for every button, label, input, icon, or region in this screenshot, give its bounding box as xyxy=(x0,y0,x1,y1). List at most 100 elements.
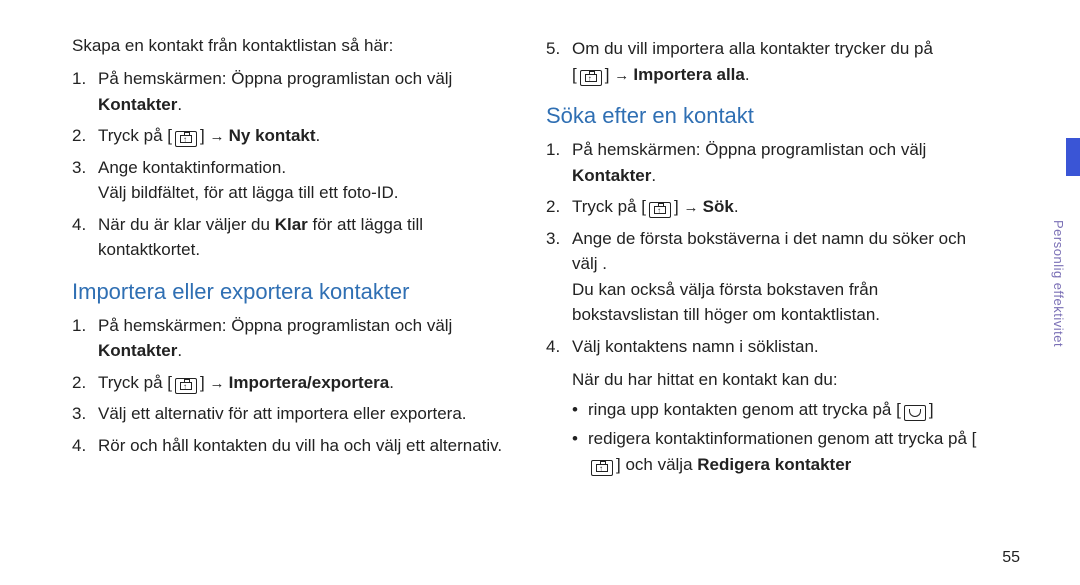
right-column: 5. Om du vill importera alla kontakter t… xyxy=(546,30,980,481)
text: Om du vill importera alla kontakter tryc… xyxy=(572,39,933,58)
step-number: 4. xyxy=(72,433,98,459)
step-item: 1. På hemskärmen: Öppna programlistan oc… xyxy=(72,313,506,364)
menu-key-icon xyxy=(591,460,613,476)
text: Ange kontaktinformation. xyxy=(98,158,286,177)
step-item: 3. Ange de första bokstäverna i det namn… xyxy=(546,226,980,328)
step-body: Rör och håll kontakten du vill ha och vä… xyxy=(98,433,506,459)
import-export-steps: 1. På hemskärmen: Öppna programlistan oc… xyxy=(72,313,506,459)
section-heading: Importera eller exportera kontakter xyxy=(72,279,506,305)
text: . xyxy=(316,126,321,145)
text: Ange de första bokstäverna i det namn du… xyxy=(572,229,966,274)
section-heading: Söka efter en kontakt xyxy=(546,103,980,129)
page-number: 55 xyxy=(1002,549,1020,567)
menu-key-icon xyxy=(175,378,197,394)
step-item: 5. Om du vill importera alla kontakter t… xyxy=(546,36,980,87)
text: . xyxy=(745,65,750,84)
side-tab: Personlig effektivitet xyxy=(1058,0,1080,585)
text: [ xyxy=(572,65,577,84)
section-tab-indicator xyxy=(1066,138,1080,176)
bold-text: Kontakter xyxy=(98,341,177,360)
section-side-label: Personlig effektivitet xyxy=(1051,220,1066,347)
step-item: 4. Välj kontaktens namn i söklistan. xyxy=(546,334,980,360)
step-item: 3. Välj ett alternativ för att importera… xyxy=(72,401,506,427)
text: ] xyxy=(929,400,934,419)
step-body: Om du vill importera alla kontakter tryc… xyxy=(572,36,980,87)
step-body: Ange kontaktinformation. Välj bildfältet… xyxy=(98,155,506,206)
step-item: 3. Ange kontaktinformation. Välj bildfäl… xyxy=(72,155,506,206)
text: På hemskärmen: Öppna programlistan och v… xyxy=(572,140,926,159)
text: ringa upp kontakten genom att trycka på … xyxy=(588,400,901,419)
step-body: Välj kontaktens namn i söklistan. xyxy=(572,334,980,360)
step-item: 1. På hemskärmen: Öppna programlistan oc… xyxy=(72,66,506,117)
text: . xyxy=(177,341,182,360)
step-item: 4. När du är klar väljer du Klar för att… xyxy=(72,212,506,263)
menu-key-icon xyxy=(175,131,197,147)
bold-text: Redigera kontakter xyxy=(697,455,851,474)
step-number: 2. xyxy=(546,194,572,220)
intro-text: Skapa en kontakt från kontaktlistan så h… xyxy=(72,36,506,56)
text: Tryck på [ xyxy=(572,197,646,216)
bold-text: Kontakter xyxy=(98,95,177,114)
text: På hemskärmen: Öppna programlistan och v… xyxy=(98,69,452,88)
step-number: 1. xyxy=(72,66,98,117)
step-body: Tryck på [] → Ny kontakt. xyxy=(98,123,506,149)
step-item: 2. Tryck på [] → Importera/exportera. xyxy=(72,370,506,396)
step-number: 5. xyxy=(546,36,572,87)
step-body: Tryck på [] → Importera/exportera. xyxy=(98,370,506,396)
text: När du är klar väljer du xyxy=(98,215,275,234)
step-body: Tryck på [] → Sök. xyxy=(572,194,980,220)
text: . xyxy=(177,95,182,114)
text: Välj bildfältet, för att lägga till ett … xyxy=(98,183,398,202)
list-item: redigera kontaktinformationen genom att … xyxy=(572,426,980,477)
step-body: På hemskärmen: Öppna programlistan och v… xyxy=(98,66,506,117)
step-body: På hemskärmen: Öppna programlistan och v… xyxy=(98,313,506,364)
search-contact-steps: 1. På hemskärmen: Öppna programlistan oc… xyxy=(546,137,980,359)
step-number: 2. xyxy=(72,370,98,396)
step-number: 1. xyxy=(72,313,98,364)
text: På hemskärmen: Öppna programlistan och v… xyxy=(98,316,452,335)
step-body: När du är klar väljer du Klar för att lä… xyxy=(98,212,506,263)
list-item: ringa upp kontakten genom att trycka på … xyxy=(572,397,980,423)
step-item: 1. På hemskärmen: Öppna programlistan oc… xyxy=(546,137,980,188)
menu-key-icon xyxy=(580,70,602,86)
text: ] och välja xyxy=(616,455,697,474)
step-number: 4. xyxy=(546,334,572,360)
text: . xyxy=(602,254,607,273)
step-number: 3. xyxy=(546,226,572,328)
bold-text: Ny kontakt xyxy=(229,126,316,145)
text: Tryck på [ xyxy=(98,126,172,145)
text: ] xyxy=(605,65,614,84)
menu-key-icon xyxy=(649,202,671,218)
text: . xyxy=(389,373,394,392)
bold-text: Importera/exportera xyxy=(229,373,390,392)
followup-text: När du har hittat en kontakt kan du: xyxy=(572,367,980,393)
left-column: Skapa en kontakt från kontaktlistan så h… xyxy=(72,30,506,481)
step-number: 3. xyxy=(72,155,98,206)
step-number: 1. xyxy=(546,137,572,188)
step-number: 3. xyxy=(72,401,98,427)
text: . xyxy=(734,197,739,216)
step-number: 2. xyxy=(72,123,98,149)
import-all-step: 5. Om du vill importera alla kontakter t… xyxy=(546,36,980,87)
create-contact-steps: 1. På hemskärmen: Öppna programlistan oc… xyxy=(72,66,506,263)
bold-text: Klar xyxy=(275,215,308,234)
step-number: 4. xyxy=(72,212,98,263)
contact-actions-list: ringa upp kontakten genom att trycka på … xyxy=(572,397,980,478)
step-item: 4. Rör och håll kontakten du vill ha och… xyxy=(72,433,506,459)
step-item: 2. Tryck på [] → Sök. xyxy=(546,194,980,220)
bold-text: Sök xyxy=(703,197,734,216)
arrow-icon: → xyxy=(209,128,228,145)
step-body: På hemskärmen: Öppna programlistan och v… xyxy=(572,137,980,188)
step-body: Välj ett alternativ för att importera el… xyxy=(98,401,506,427)
text: Tryck på [ xyxy=(98,373,172,392)
text: . xyxy=(651,166,656,185)
bold-text: Kontakter xyxy=(572,166,651,185)
step-item: 2. Tryck på [] → Ny kontakt. xyxy=(72,123,506,149)
arrow-icon: → xyxy=(683,199,702,216)
arrow-icon: → xyxy=(614,67,633,84)
step-body: Ange de första bokstäverna i det namn du… xyxy=(572,226,980,328)
bold-text: Importera alla xyxy=(633,65,745,84)
text: Du kan också välja första bokstaven från… xyxy=(572,280,880,325)
page-content: Skapa en kontakt från kontaktlistan så h… xyxy=(0,0,1030,501)
text: redigera kontaktinformationen genom att … xyxy=(588,429,976,448)
